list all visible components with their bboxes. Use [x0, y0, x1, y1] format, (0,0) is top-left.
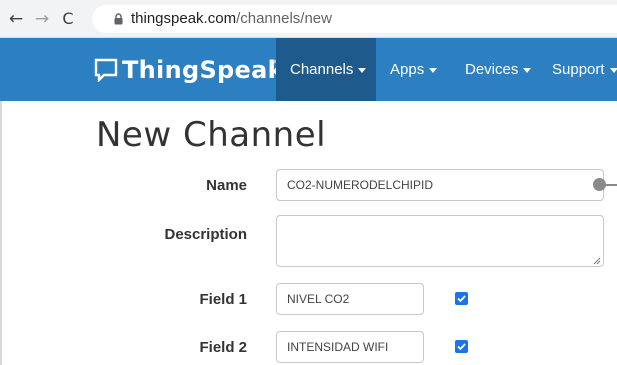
checkmark-icon [457, 343, 466, 351]
back-arrow-icon[interactable]: ← [6, 9, 26, 29]
field1-checkbox[interactable] [455, 292, 468, 305]
field2-checkbox[interactable] [455, 340, 468, 353]
url-path: /channels/new [236, 10, 332, 27]
field1-label: Field 1 [199, 291, 247, 308]
nav-channels[interactable]: Channels [276, 38, 376, 101]
field1-input[interactable] [276, 283, 424, 315]
url-domain: thingspeak.com [131, 10, 237, 27]
nav-apps-label: Apps [390, 61, 425, 78]
reload-icon[interactable]: C [58, 9, 78, 29]
browser-toolbar: ← → C thingspeak.com/channels/new [0, 0, 617, 38]
lock-icon [114, 13, 123, 25]
description-label: Description [164, 226, 247, 243]
nav-support-label: Support [552, 61, 605, 78]
nav-devices-label: Devices [465, 61, 519, 78]
forward-arrow-icon[interactable]: → [32, 9, 52, 29]
chevron-down-icon [609, 67, 617, 73]
chevron-down-icon [523, 67, 532, 73]
url-text: thingspeak.com/channels/new [131, 10, 332, 28]
chevron-down-icon [358, 67, 367, 73]
handle-connector [604, 184, 617, 186]
field2-input[interactable] [276, 331, 424, 363]
speech-bubble-icon [94, 58, 118, 82]
nav-channels-label: Channels [290, 61, 354, 78]
nav-devices[interactable]: Devices [465, 38, 532, 101]
description-textarea[interactable] [276, 215, 604, 267]
name-label: Name [206, 177, 247, 194]
nav-support[interactable]: Support [552, 38, 617, 101]
name-input[interactable] [276, 169, 604, 201]
chevron-down-icon [429, 67, 438, 73]
field2-label: Field 2 [199, 339, 247, 356]
checkmark-icon [457, 295, 466, 303]
main-navbar: ThingSpeak ™ Channels Apps Devices Suppo… [0, 38, 617, 101]
page-title: New Channel [96, 115, 327, 155]
resize-grip-icon[interactable] [593, 257, 601, 265]
address-bar[interactable]: thingspeak.com/channels/new [92, 5, 617, 33]
brand-name: ThingSpeak [122, 56, 284, 84]
nav-apps[interactable]: Apps [390, 38, 438, 101]
